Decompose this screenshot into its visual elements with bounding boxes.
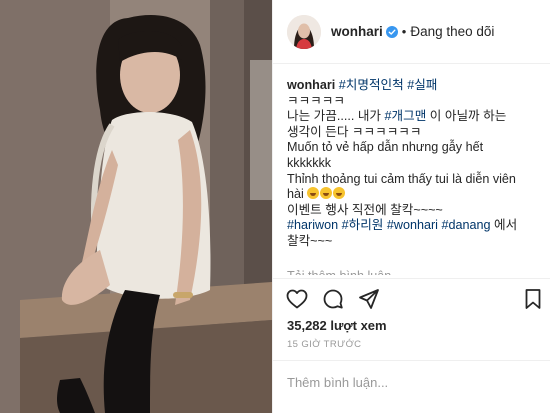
- post-header: wonhari • Đang theo dõi: [273, 0, 550, 64]
- verified-badge-icon: [385, 25, 398, 38]
- caption-line: wonhari #치명적인척 #실패: [287, 78, 545, 94]
- comment-icon[interactable]: [321, 287, 345, 311]
- view-count[interactable]: 35,282 lượt xem: [287, 318, 387, 333]
- hashtag-link[interactable]: #wonhari: [387, 218, 438, 232]
- caption-line: Thỉnh thoảng tui cảm thấy tui là diễn vi…: [287, 171, 516, 186]
- post-timestamp[interactable]: 15 GIỜ TRƯỚC: [287, 339, 361, 350]
- caption-text: 에서: [490, 218, 518, 233]
- hashtag-link[interactable]: #하리원: [342, 218, 384, 232]
- caption-line: 이벤트 행사 직전에 찰칵~~~~: [287, 202, 443, 217]
- caption-username[interactable]: wonhari: [287, 78, 335, 92]
- heart-icon[interactable]: [285, 287, 309, 311]
- caption-line: ㅋㅋㅋㅋㅋ: [287, 93, 345, 108]
- avatar[interactable]: [287, 14, 321, 49]
- caption-line: 찰칵~~~: [287, 233, 333, 248]
- caption-line: hài: [287, 187, 545, 203]
- hashtag-link[interactable]: #danang: [441, 218, 490, 232]
- caption-line: 생각이 든다 ㅋㅋㅋㅋㅋㅋ: [287, 124, 422, 139]
- separator-dot: •: [401, 24, 407, 39]
- caption-text: 나는 가끔..... 내가: [287, 109, 385, 124]
- hashtag-link[interactable]: #개그맨: [385, 109, 427, 123]
- post-caption: wonhari #치명적인척 #실패 ㅋㅋㅋㅋㅋ 나는 가끔..... 내가 #…: [287, 78, 545, 250]
- hashtag-link[interactable]: #실패: [407, 78, 437, 92]
- laughing-emoji-icon: [333, 187, 346, 200]
- action-bar: [273, 278, 550, 318]
- caption-line: 나는 가끔..... 내가 #개그맨 이 아닐까 하는: [287, 109, 545, 125]
- hashtag-link[interactable]: #치명적인척: [339, 78, 404, 92]
- share-icon[interactable]: [357, 287, 381, 311]
- caption-text: 이 아닐까 하는: [426, 109, 507, 124]
- caption-line: Muốn tỏ vẻ hấp dẫn nhưng gẫy hết: [287, 140, 484, 155]
- caption-text: hài: [287, 187, 304, 202]
- post-photo: [0, 0, 272, 413]
- laughing-emoji-icon: [307, 187, 320, 200]
- comment-box: [273, 360, 550, 413]
- caption-line: kkkkkkk: [287, 155, 332, 170]
- laughing-emoji-icon: [320, 187, 333, 200]
- comment-input[interactable]: [287, 375, 527, 390]
- post-media[interactable]: [0, 0, 272, 413]
- follow-status-button[interactable]: Đang theo dõi: [410, 24, 494, 39]
- post-details-panel: wonhari • Đang theo dõi wonhari #치명적인척 #…: [272, 0, 550, 413]
- header-username[interactable]: wonhari: [331, 24, 383, 39]
- bookmark-icon[interactable]: [521, 287, 545, 311]
- load-more-comments-link[interactable]: Tải thêm bình luận: [287, 267, 391, 275]
- caption-line: #hariwon #하리원 #wonhari #danang 에서: [287, 218, 545, 234]
- hashtag-link[interactable]: #hariwon: [287, 218, 338, 232]
